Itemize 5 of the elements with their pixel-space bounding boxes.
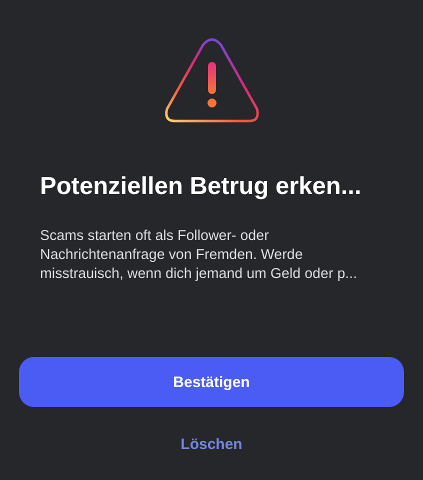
delete-button[interactable]: Löschen	[174, 432, 248, 457]
warning-icon	[162, 37, 260, 125]
dialog-title: Potenziellen Betrug erken...	[40, 173, 362, 201]
confirm-button[interactable]: Bestätigen	[19, 357, 404, 407]
dialog-message: Scams starten oft als Follower- oder Nachrichtenanfrage von Fremden. Werde misstrauisch, wenn dich jemand um Geld oder p...	[40, 227, 358, 284]
